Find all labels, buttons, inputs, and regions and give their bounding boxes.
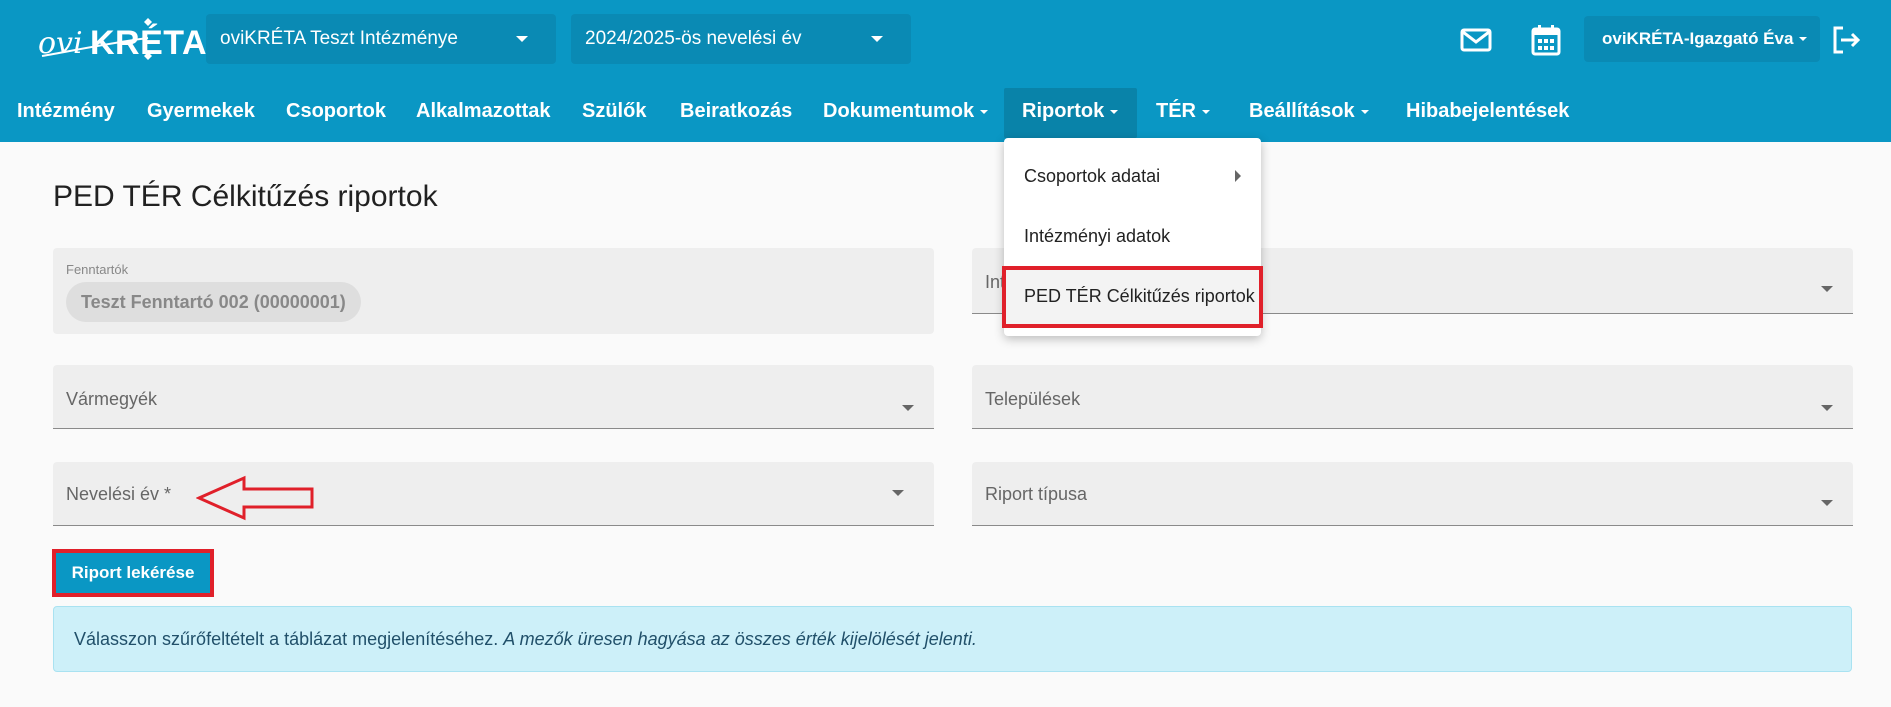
annotation-arrow-icon [196,475,314,521]
institution-selector-value: oviKRÉTA Teszt Intézménye [220,28,458,49]
nav-item-beallitasok[interactable]: Beállítások [1249,80,1369,142]
calendar-icon[interactable] [1528,22,1564,58]
nevelesi-ev-label: Nevelési év * [66,484,172,504]
school-year-selector-value: 2024/2025-ös nevelési év [585,28,802,49]
nav-item-label: Riportok [1022,100,1105,122]
logo-text-kreta: KRÉTA [90,24,208,62]
nav-item-alkalmazottak[interactable]: Alkalmazottak [416,80,551,142]
alert-italic-text: A mezők üresen hagyása az összes érték k… [503,629,977,649]
nav-item-ter[interactable]: TÉR [1156,80,1210,142]
chevron-down-icon [892,490,904,496]
school-year-selector[interactable]: 2024/2025-ös nevelési év [571,14,911,64]
chevron-down-icon [1821,405,1833,411]
chevron-down-icon [1799,37,1808,41]
telepulesek-label: Települések [985,389,1081,409]
nav-item-label: TÉR [1156,100,1196,122]
riportok-dropdown-menu: Csoportok adatai Intézményi adatok PED T… [1002,138,1263,336]
nav-item-riportok[interactable]: Riportok [1022,80,1119,142]
chevron-right-icon [1235,170,1241,182]
logout-icon[interactable] [1828,22,1864,58]
chevron-down-icon [1821,286,1833,292]
alert-text: Válasszon szűrőfeltételt a táblázat megj… [74,629,504,649]
riport-tipusa-select[interactable]: Riport típusa [972,462,1853,526]
page-title: PED TÉR Célkitűzés riportok [53,180,438,213]
user-menu[interactable]: oviKRÉTA-Igazgató Éva [1584,16,1820,62]
nav-item-label: Dokumentumok [823,100,975,122]
nav-item-label: Csoportok [286,100,386,122]
nav-item-hibabejelentesek[interactable]: Hibabejelentések [1406,80,1569,142]
nav-item-gyermekek[interactable]: Gyermekek [147,80,255,142]
dropdown-item-csoportok-adatai[interactable]: Csoportok adatai [1024,166,1160,187]
nav-item-csoportok[interactable]: Csoportok [286,80,386,142]
dropdown-item-ped-ter-celkituzes[interactable]: PED TÉR Célkitűzés riportok [1024,286,1255,307]
chevron-down-icon [1202,109,1210,114]
user-name: oviKRÉTA-Igazgató Éva [1602,29,1794,48]
chevron-down-icon [516,36,528,42]
nav-item-dokumentumok[interactable]: Dokumentumok [823,80,989,142]
nav-item-label: Alkalmazottak [416,100,551,122]
logo-text-ovi: ovi [38,26,83,61]
chevron-down-icon [902,405,914,411]
nav-item-label: Intézmény [17,100,115,122]
fenntartok-label: Fenntartók [66,262,129,277]
mail-icon[interactable] [1458,22,1494,58]
nav-item-szulok[interactable]: Szülők [582,80,646,142]
varmegyek-label: Vármegyék [66,389,158,409]
nav-item-beiratkozas[interactable]: Beiratkozás [680,80,792,142]
nav-item-label: Gyermekek [147,100,255,122]
riport-tipusa-label: Riport típusa [985,484,1088,504]
institution-selector[interactable]: oviKRÉTA Teszt Intézménye [206,14,556,64]
info-alert: Válasszon szűrőfeltételt a táblázat megj… [53,606,1852,672]
nav-item-label: Beállítások [1249,100,1355,122]
nav-item-intezmeny[interactable]: Intézmény [17,80,115,142]
nav-item-label: Hibabejelentések [1406,100,1570,122]
nav-item-label: Szülők [582,100,647,122]
chevron-down-icon [1360,109,1369,114]
nevelesi-ev-select[interactable]: Nevelési év * [53,462,934,526]
dropdown-item-intezmenyi-adatok[interactable]: Intézményi adatok [1024,226,1170,247]
telepulesek-select[interactable]: Települések [972,365,1853,429]
varmegyek-select[interactable]: Vármegyék [53,365,934,429]
app-logo[interactable]: ovi KRÉTA [36,12,207,68]
fenntartok-field: Fenntartók Teszt Fenntartó 002 (00000001… [53,248,934,334]
chevron-down-icon [1821,500,1833,506]
fenntartok-chip: Teszt Fenntartó 002 (00000001) [66,282,361,322]
riport-lekerese-button[interactable]: Riport lekérése [56,553,210,593]
nav-item-label: Beiratkozás [680,100,793,122]
chevron-down-icon [1110,109,1119,114]
chevron-down-icon [980,109,989,114]
chevron-down-icon [871,36,883,42]
